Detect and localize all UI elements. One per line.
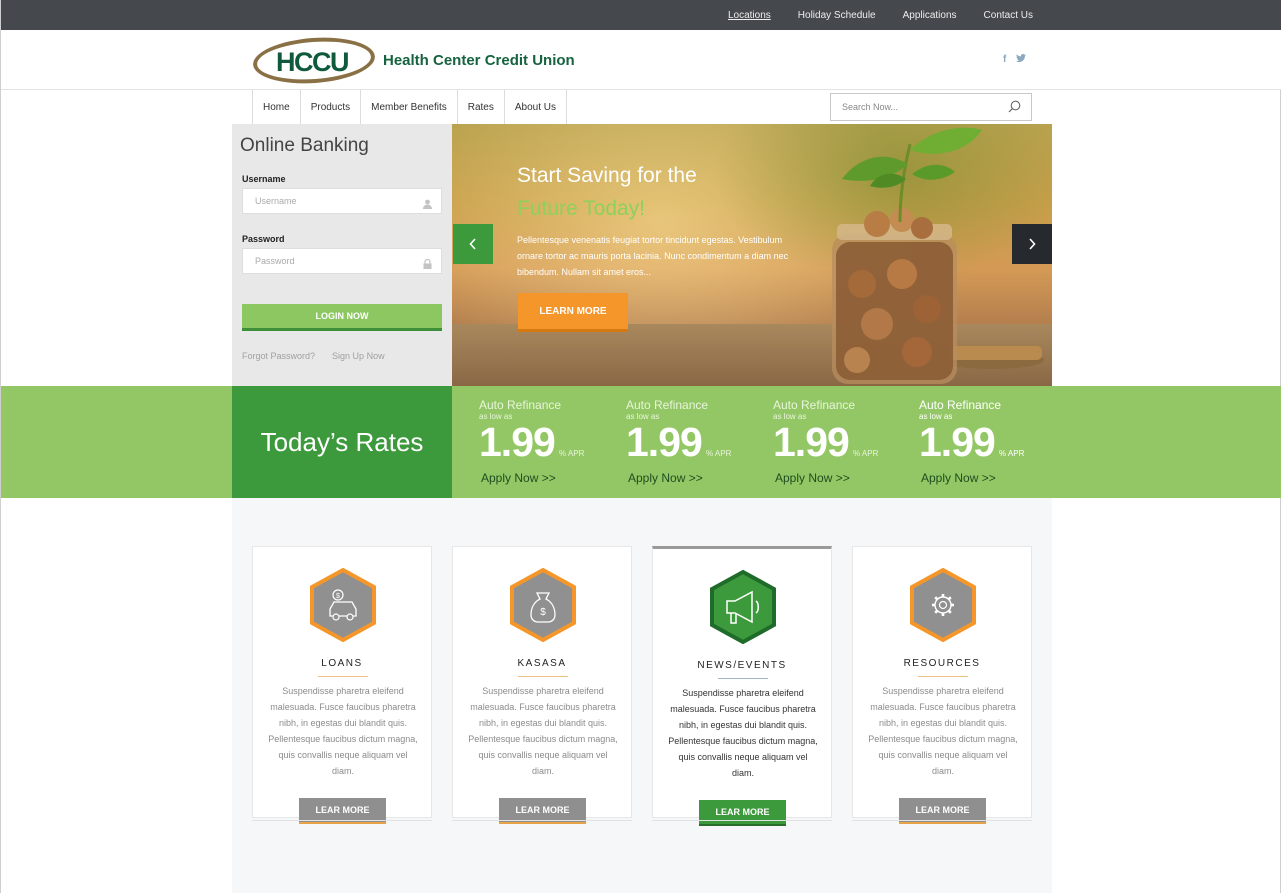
rate-name: Auto Refinance xyxy=(919,398,1002,412)
rate-value: 1.99 xyxy=(919,419,996,465)
top-link-locations[interactable]: Locations xyxy=(728,10,771,21)
money-bag-icon: $ xyxy=(510,567,576,643)
feature-card-resources: RESOURCES Suspendisse pharetra eleifend … xyxy=(852,546,1032,824)
feature-card-kasasa: $ KASASA Suspendisse pharetra eleifend m… xyxy=(452,546,632,824)
gear-icon xyxy=(910,567,976,643)
login-links: Forgot Password? Sign Up Now xyxy=(242,351,385,361)
rate-unit: % APR xyxy=(853,449,879,458)
apply-now-link[interactable]: Apply Now >> xyxy=(775,471,850,485)
rate-value: 1.99 xyxy=(479,419,556,465)
rate-unit: % APR xyxy=(999,449,1025,458)
card-title: KASASA xyxy=(517,658,567,669)
lock-icon xyxy=(423,256,432,274)
hero-next-button[interactable] xyxy=(1012,224,1052,264)
nav-member-benefits[interactable]: Member Benefits xyxy=(361,90,458,124)
rate-item: Auto Refinance as low as 1.99 % APR Appl… xyxy=(773,386,913,498)
login-button[interactable]: LOGIN NOW xyxy=(242,304,442,331)
card-divider xyxy=(518,676,568,677)
rate-item: Auto Refinance as low as 1.99 % APR Appl… xyxy=(919,386,1059,498)
top-link-contact-us[interactable]: Contact Us xyxy=(984,10,1033,21)
brand-name: Health Center Credit Union xyxy=(383,52,575,69)
username-input[interactable] xyxy=(243,189,413,213)
nav-products[interactable]: Products xyxy=(301,90,362,124)
top-link-applications[interactable]: Applications xyxy=(903,10,957,21)
card-body: Suspendisse pharetra eleifend malesuada.… xyxy=(268,686,418,776)
hero-learn-more-button[interactable]: LEARN MORE xyxy=(518,293,628,332)
card-divider xyxy=(918,676,968,677)
username-label: Username xyxy=(242,174,286,184)
rate-value: 1.99 xyxy=(626,419,703,465)
online-banking-panel: Online Banking Username Password LOGIN N… xyxy=(232,124,452,386)
site-header: HCCU Health Center Credit Union f xyxy=(1,30,1281,90)
apply-now-link[interactable]: Apply Now >> xyxy=(921,471,996,485)
password-field xyxy=(242,248,442,274)
card-learn-more-button[interactable]: LEAR MORE xyxy=(499,798,586,824)
top-links: Locations Holiday Schedule Applications … xyxy=(728,0,1033,30)
online-banking-title: Online Banking xyxy=(240,135,369,156)
search-box xyxy=(830,93,1032,121)
car-loan-icon: $ xyxy=(310,567,376,643)
logo[interactable]: HCCU xyxy=(276,47,350,78)
card-body: Suspendisse pharetra eleifend malesuada.… xyxy=(468,686,618,776)
chevron-left-icon xyxy=(469,238,476,250)
social-links: f xyxy=(1003,54,1027,66)
rate-unit: % APR xyxy=(559,449,585,458)
card-learn-more-button[interactable]: LEAR MORE xyxy=(699,800,786,826)
card-body: Suspendisse pharetra eleifend malesuada.… xyxy=(868,686,1018,776)
search-input[interactable] xyxy=(842,94,1002,120)
chevron-right-icon xyxy=(1029,238,1036,250)
card-title: LOANS xyxy=(321,658,363,669)
top-bar: Locations Holiday Schedule Applications … xyxy=(1,0,1281,30)
svg-text:$: $ xyxy=(336,593,340,600)
rate-name: Auto Refinance xyxy=(773,398,856,412)
forgot-password-link[interactable]: Forgot Password? xyxy=(242,351,315,361)
rate-name: Auto Refinance xyxy=(479,398,562,412)
rate-item: Auto Refinance as low as 1.99 % APR Appl… xyxy=(479,386,619,498)
twitter-icon[interactable] xyxy=(1016,54,1027,66)
user-icon xyxy=(423,196,432,214)
megaphone-icon xyxy=(710,569,776,645)
hero-banner: Start Saving for the Future Today! Pelle… xyxy=(452,124,1052,386)
top-link-holiday-schedule[interactable]: Holiday Schedule xyxy=(798,10,876,21)
hero-title-line1: Start Saving for the xyxy=(517,164,697,187)
hero-prev-button[interactable] xyxy=(453,224,493,264)
apply-now-link[interactable]: Apply Now >> xyxy=(628,471,703,485)
username-field xyxy=(242,188,442,214)
search-icon[interactable] xyxy=(1008,100,1021,118)
card-divider xyxy=(318,676,368,677)
password-label: Password xyxy=(242,234,285,244)
hero-title-line2: Future Today! xyxy=(517,197,646,220)
todays-rates-title: Today’s Rates xyxy=(232,386,452,498)
nav-about-us[interactable]: About Us xyxy=(505,90,568,124)
rate-item: Auto Refinance as low as 1.99 % APR Appl… xyxy=(626,386,766,498)
card-title: NEWS/EVENTS xyxy=(697,660,787,671)
hero-body-text: Pellentesque venenatis feugiat tortor ti… xyxy=(517,235,789,277)
card-title: RESOURCES xyxy=(903,658,981,669)
svg-text:$: $ xyxy=(540,607,546,618)
card-divider xyxy=(718,678,768,679)
card-learn-more-button[interactable]: LEAR MORE xyxy=(299,798,386,824)
nav-home[interactable]: Home xyxy=(253,90,301,124)
main-nav: Home Products Member Benefits Rates Abou… xyxy=(252,90,568,124)
feature-card-loans: $ LOANS Suspendisse pharetra eleifend ma… xyxy=(252,546,432,824)
rate-unit: % APR xyxy=(706,449,732,458)
facebook-icon[interactable]: f xyxy=(1003,54,1006,66)
card-body: Suspendisse pharetra eleifend malesuada.… xyxy=(668,688,818,778)
sign-up-link[interactable]: Sign Up Now xyxy=(332,351,385,361)
rate-value: 1.99 xyxy=(773,419,850,465)
password-input[interactable] xyxy=(243,249,413,273)
feature-card-news-events: NEWS/EVENTS Suspendisse pharetra eleifen… xyxy=(652,546,832,826)
card-learn-more-button[interactable]: LEAR MORE xyxy=(899,798,986,824)
apply-now-link[interactable]: Apply Now >> xyxy=(481,471,556,485)
nav-rates[interactable]: Rates xyxy=(458,90,505,124)
rate-name: Auto Refinance xyxy=(626,398,709,412)
